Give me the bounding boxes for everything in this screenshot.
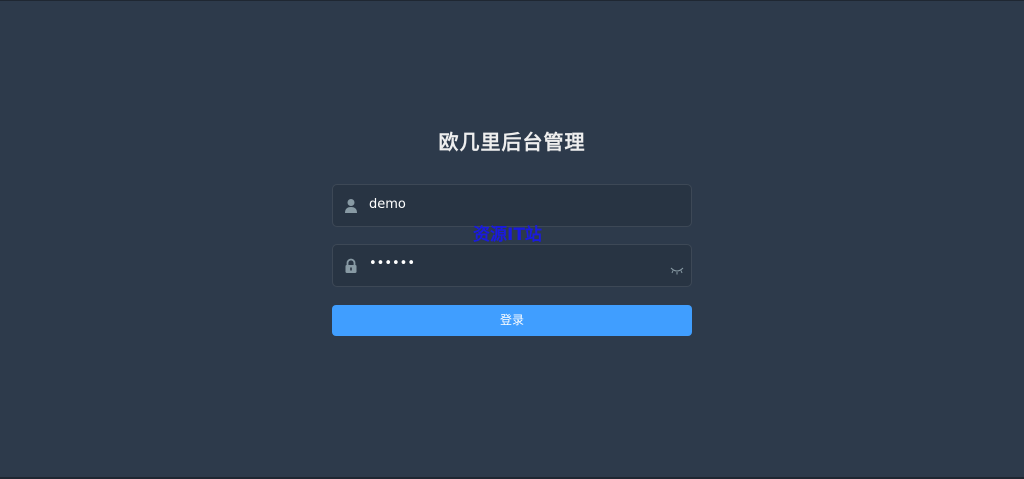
eye-closed-icon[interactable] [670,261,684,275]
login-button[interactable]: 登录 [332,305,692,336]
password-input[interactable]: •••••• [369,256,415,271]
page-title: 欧几里后台管理 [438,130,586,154]
watermark: 资源IT站 [473,225,542,245]
user-icon [344,198,358,214]
password-field[interactable]: •••••• [332,244,692,287]
username-input[interactable]: demo [369,197,406,212]
window-top-border [0,0,1024,1]
lock-icon [344,258,358,274]
